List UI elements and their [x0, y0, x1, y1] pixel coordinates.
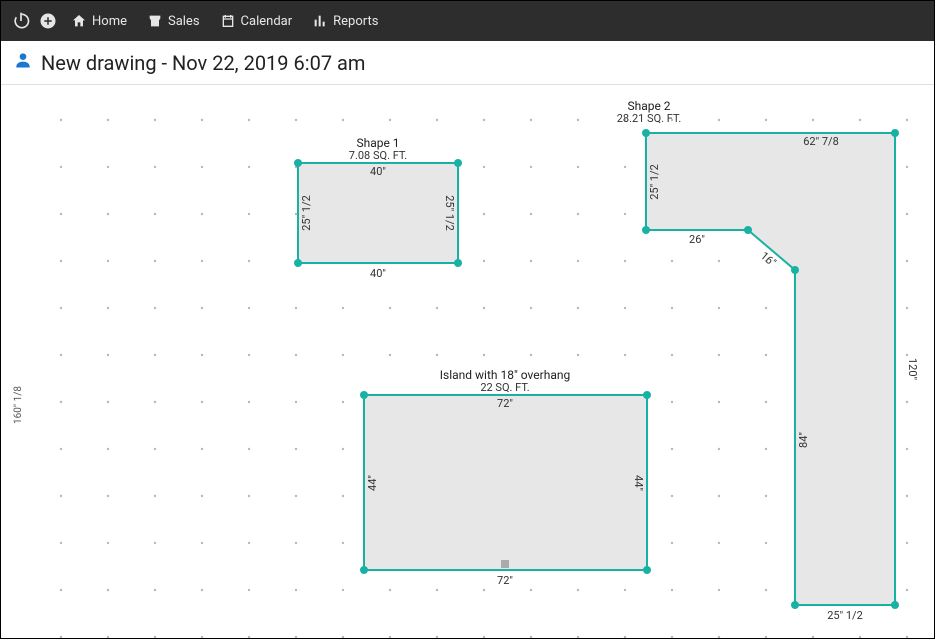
handle-icon[interactable]	[501, 560, 509, 568]
shape-2-dim-seg-bl: 26"	[689, 233, 705, 246]
titlebar: New drawing - Nov 22, 2019 6:07 am	[1, 41, 934, 85]
shape-2[interactable]: Shape 2 28.21 SQ. FT. 62" 7/8 25" 1/2 26…	[617, 99, 919, 622]
island-dim-left: 44"	[366, 475, 379, 491]
app-logo-icon[interactable]	[11, 11, 31, 31]
shape-2-area: 28.21 SQ. FT.	[617, 112, 682, 125]
nav-reports[interactable]: Reports	[306, 9, 384, 33]
shape-1[interactable]: Shape 1 7.08 SQ. FT. 40" 40" 25" 1/2 25"…	[294, 136, 462, 280]
drawing-canvas[interactable]: {"startX":60,"startY":35,"step":47,"cols…	[1, 85, 934, 638]
shape-2-dim-inner-right: 84"	[797, 432, 810, 448]
shape-1-dim-bottom: 40"	[370, 267, 386, 280]
nav-home[interactable]: Home	[65, 9, 133, 33]
nav-sales[interactable]: Sales	[141, 9, 206, 33]
shape-2-dim-top: 62" 7/8	[803, 135, 839, 148]
island-area: 22 SQ. FT.	[480, 381, 529, 394]
shape-1-dim-left: 25" 1/2	[300, 195, 313, 231]
nav-sales-label: Sales	[168, 14, 200, 29]
ruler-left-label: 160" 1/8	[13, 386, 24, 424]
shape-1-dim-right: 25" 1/2	[443, 195, 456, 231]
store-icon	[147, 13, 163, 29]
island-dim-right: 44"	[632, 475, 645, 491]
drawing-title: New drawing - Nov 22, 2019 6:07 am	[41, 51, 365, 75]
topbar: Home Sales Calendar Reports	[1, 1, 934, 41]
shape-1-dim-top: 40"	[370, 165, 386, 178]
shape-island[interactable]: Island with 18" overhang 22 SQ. FT. 72" …	[360, 368, 651, 587]
calendar-icon	[220, 13, 236, 29]
nav-calendar-label: Calendar	[241, 14, 293, 29]
shape-2-label: Shape 2	[627, 99, 670, 113]
nav-reports-label: Reports	[333, 14, 378, 29]
shape-1-area: 7.08 SQ. FT.	[349, 149, 407, 162]
island-dim-top: 72"	[497, 397, 513, 410]
shape-2-dim-left: 25" 1/2	[648, 164, 661, 200]
nav-calendar[interactable]: Calendar	[214, 9, 299, 33]
add-icon[interactable]	[39, 12, 57, 30]
person-icon	[13, 50, 33, 75]
nav-home-label: Home	[92, 14, 127, 29]
chart-icon	[312, 13, 328, 29]
home-icon	[71, 13, 87, 29]
island-dim-bottom: 72"	[497, 574, 513, 587]
shape-2-dim-outer-right: 120"	[906, 358, 919, 380]
shape-1-label: Shape 1	[356, 136, 399, 150]
shape-2-dim-bottom: 25" 1/2	[827, 609, 863, 622]
island-label: Island with 18" overhang	[440, 368, 570, 382]
